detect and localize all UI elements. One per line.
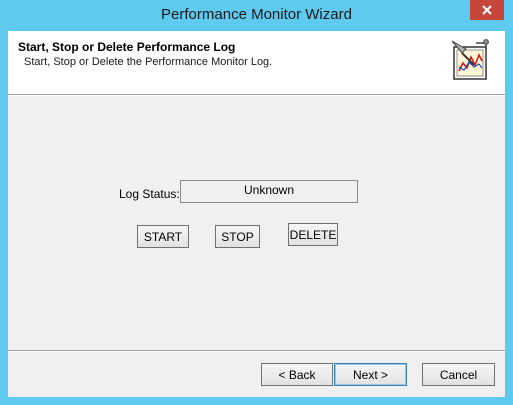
close-x-icon — [482, 5, 492, 15]
log-status-label: Log Status: — [119, 187, 180, 201]
page-subtitle: Start, Stop or Delete the Performance Mo… — [24, 56, 273, 68]
title-bar[interactable]: Performance Monitor Wizard — [0, 0, 513, 31]
delete-button[interactable]: DELETE — [288, 223, 338, 246]
back-button[interactable]: < Back — [261, 363, 333, 386]
performance-monitor-wizard-icon — [451, 39, 489, 80]
footer-separator — [8, 350, 505, 352]
next-button[interactable]: Next > — [334, 363, 407, 386]
wizard-client-area: Start, Stop or Delete Performance Log St… — [8, 31, 505, 397]
stop-button[interactable]: STOP — [215, 225, 260, 248]
start-button[interactable]: START — [137, 225, 189, 248]
close-button[interactable] — [470, 0, 504, 20]
wizard-window: Performance Monitor Wizard Start, Stop o… — [0, 0, 513, 405]
log-status-value: Unknown — [180, 180, 358, 203]
page-title: Start, Stop or Delete Performance Log — [18, 40, 236, 54]
window-title: Performance Monitor Wizard — [161, 6, 352, 23]
cancel-button[interactable]: Cancel — [422, 363, 495, 386]
wizard-header: Start, Stop or Delete Performance Log St… — [8, 31, 505, 95]
